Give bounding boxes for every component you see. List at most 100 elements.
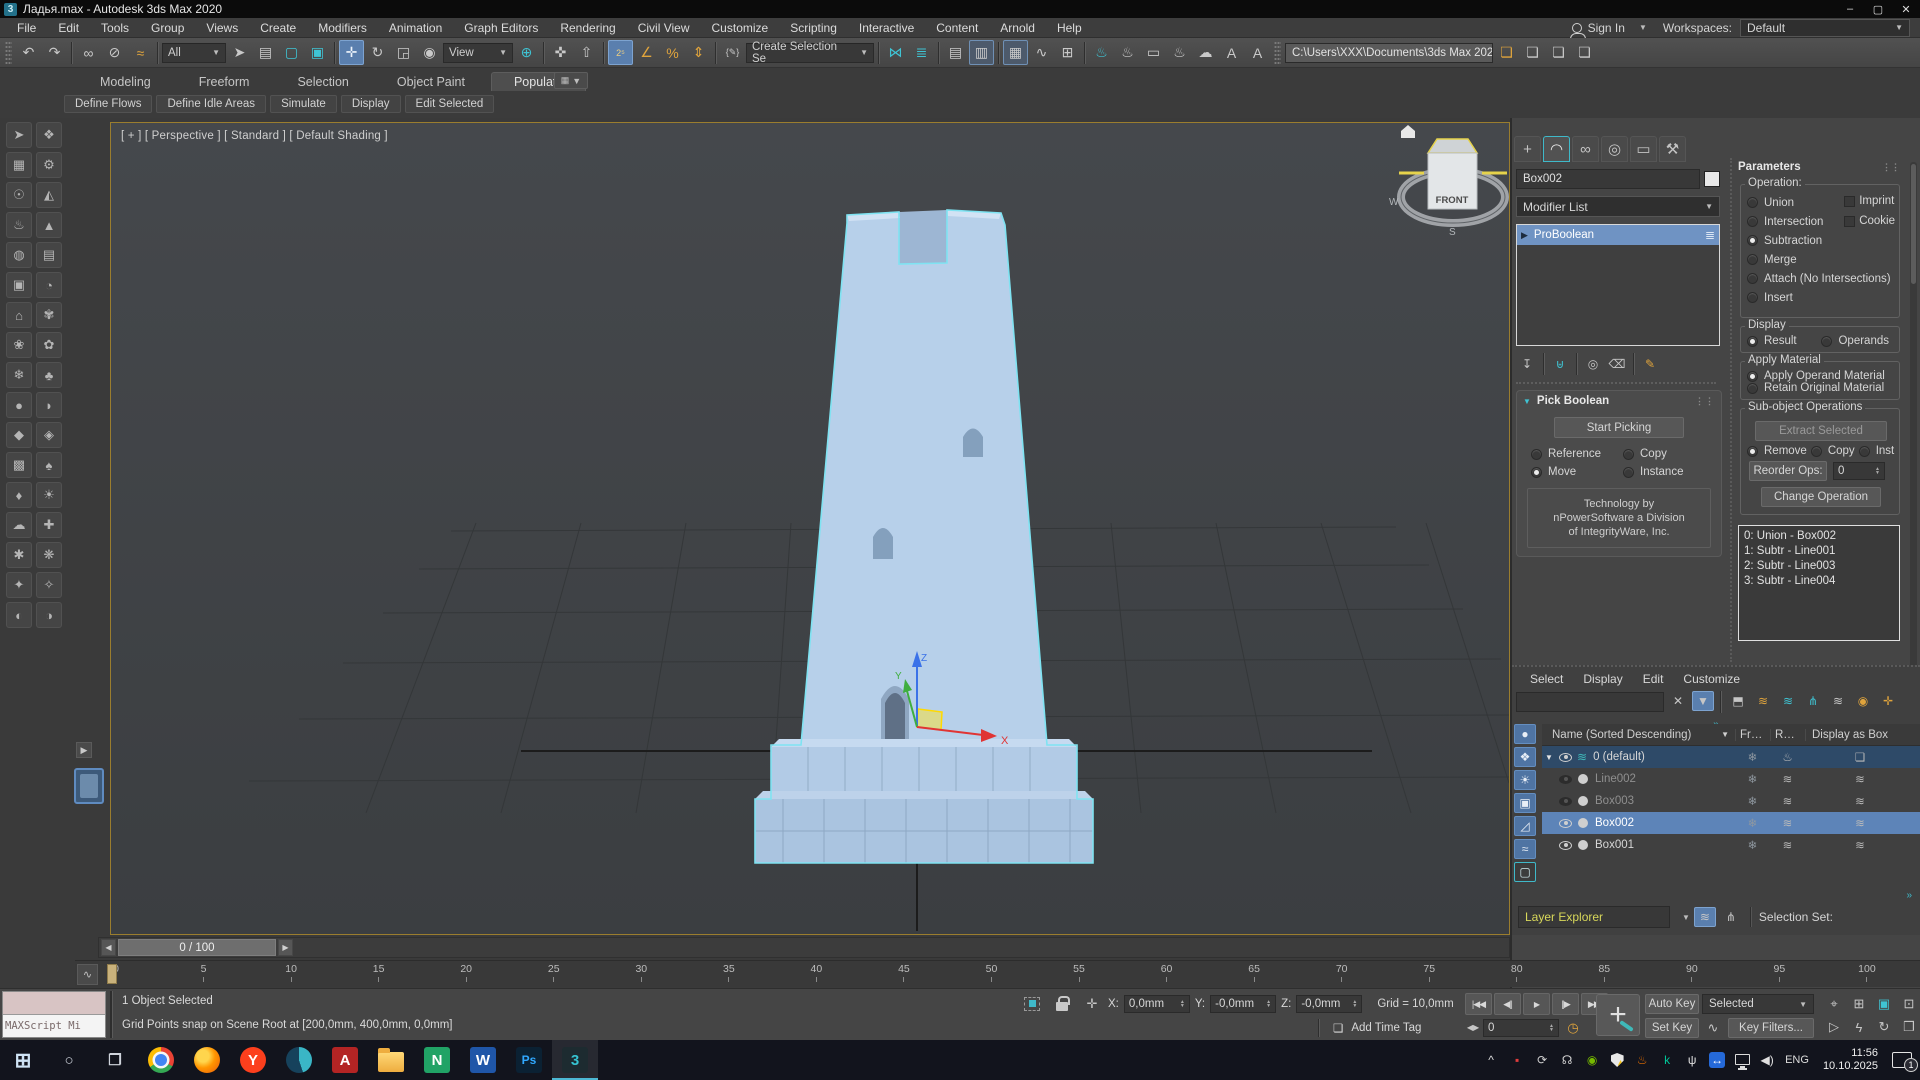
spinner-icon[interactable]: ▲▼ <box>1875 467 1880 475</box>
menu-item[interactable]: Tools <box>90 18 140 38</box>
sync-tray-icon[interactable]: ⟳ <box>1534 1052 1550 1068</box>
radio-option[interactable]: Reference <box>1531 448 1623 460</box>
home-tool-icon[interactable]: ⌂ <box>6 302 32 328</box>
sun-tool-icon[interactable]: ☉ <box>6 182 32 208</box>
checkbox-option[interactable]: Imprint <box>1844 195 1895 207</box>
modifier-stack[interactable]: ▶ ProBoolean ≣ <box>1516 224 1720 346</box>
display-tab-icon[interactable]: ▭ <box>1630 136 1657 162</box>
menu-item[interactable]: Scripting <box>779 18 848 38</box>
browser-icon[interactable] <box>276 1040 322 1080</box>
extract-selected-button[interactable]: Extract Selected <box>1755 421 1887 441</box>
checkbox-option[interactable]: Cookie <box>1844 215 1895 227</box>
spade-tool-icon[interactable]: ♠ <box>36 452 62 478</box>
glint-tool-icon[interactable]: ✦ <box>6 572 32 598</box>
field-of-view-icon[interactable]: ▷ <box>1822 1016 1846 1038</box>
explorer-menu-item[interactable]: Customize <box>1675 671 1748 687</box>
layer-view-toggle[interactable]: ≋ <box>1694 907 1716 927</box>
radio-icon[interactable] <box>1623 449 1634 460</box>
render-setup-icon[interactable]: ♨ <box>1115 40 1140 65</box>
explorer-mode-dropdown[interactable]: Layer Explorer <box>1518 906 1670 928</box>
relative-paths-icon[interactable]: ❏ <box>1572 40 1597 65</box>
radio-icon[interactable] <box>1747 336 1758 347</box>
checkbox-icon[interactable] <box>1844 196 1855 207</box>
grid-tool-icon[interactable]: ▦ <box>6 152 32 178</box>
reference-coordinate-system-dropdown[interactable]: View▼ <box>443 43 513 63</box>
viewport-label[interactable]: [ + ] [ Perspective ] [ Standard ] [ Def… <box>121 130 388 142</box>
satellite-tray-icon[interactable]: ☊ <box>1559 1052 1575 1068</box>
select-tool-icon[interactable]: ➤ <box>6 122 32 148</box>
radio-option[interactable]: Move <box>1531 466 1623 478</box>
arc-tool-icon[interactable]: ◔ <box>36 272 62 298</box>
previous-frame-arrow[interactable]: ◀ <box>101 939 116 956</box>
snaps-toggle-icon[interactable]: 2⁵ <box>608 40 633 65</box>
radio-icon[interactable] <box>1747 197 1758 208</box>
spark-tool-icon[interactable]: ✱ <box>6 542 32 568</box>
menu-item[interactable]: Edit <box>47 18 90 38</box>
keyboard-shortcut-override-icon[interactable]: ⇧ <box>574 40 599 65</box>
club-tool-icon[interactable]: ♣ <box>36 362 62 388</box>
adobe-app-icon[interactable]: A <box>322 1040 368 1080</box>
green-app-icon[interactable]: N <box>414 1040 460 1080</box>
layer-transform-icon[interactable]: ✛ <box>1877 691 1899 711</box>
rendered-frame-window-icon[interactable]: ▭ <box>1141 40 1166 65</box>
explorer-menu-item[interactable]: Edit <box>1635 671 1672 687</box>
select-and-rotate-icon[interactable]: ↻ <box>365 40 390 65</box>
reorder-ops-field[interactable]: 0 ▲▼ <box>1833 462 1885 480</box>
ribbon-button[interactable]: Edit Selected <box>405 95 495 113</box>
ribbon-button[interactable]: Simulate <box>270 95 337 113</box>
maxscript-mini-listener[interactable]: MAXScript Mi <box>2 991 106 1038</box>
add-layer-icon[interactable]: ≋ <box>1752 691 1774 711</box>
layers-icon[interactable]: ≋ <box>1827 691 1849 711</box>
operation-history-item[interactable]: 1: Subtr - Line001 <box>1744 544 1894 559</box>
modifier-list-dropdown[interactable]: Modifier List ▼ <box>1516 196 1720 217</box>
redo-icon[interactable]: ↷ <box>42 40 67 65</box>
radio-icon[interactable] <box>1747 446 1758 457</box>
orbit-icon[interactable]: ↻ <box>1872 1016 1896 1038</box>
filter-lights-icon[interactable]: ☀ <box>1514 770 1536 790</box>
select-object-icon[interactable]: ➤ <box>227 40 252 65</box>
ribbon-button[interactable]: Display <box>341 95 401 113</box>
rectangular-selection-region-icon[interactable]: ▢ <box>279 40 304 65</box>
radio-icon[interactable] <box>1531 449 1542 460</box>
visibility-eye-icon[interactable] <box>1559 841 1572 850</box>
maxscript-macro-pane[interactable] <box>3 992 105 1015</box>
radio-icon[interactable] <box>1747 235 1758 246</box>
radio-icon[interactable] <box>1623 467 1634 478</box>
frozen-icon[interactable]: ❄ <box>1735 838 1770 852</box>
operation-history-item[interactable]: 3: Subtr - Line004 <box>1744 574 1894 589</box>
ribbon-tab[interactable]: Selection <box>275 73 370 91</box>
pick-boolean-header[interactable]: ▼ Pick Boolean ⋮⋮ <box>1517 391 1721 411</box>
filter-all-icon[interactable]: ● <box>1514 724 1536 744</box>
selection-lock-icon[interactable] <box>1050 993 1074 1014</box>
create-tab-icon[interactable]: + <box>1514 136 1541 162</box>
ribbon-display-dropdown[interactable]: ▦▼ <box>554 72 588 89</box>
chevron-down-icon[interactable]: ▼ <box>1682 913 1690 922</box>
filter-cameras-icon[interactable]: ▣ <box>1514 793 1536 813</box>
maximize-button[interactable]: ▢ <box>1864 0 1892 18</box>
explorer-menu-item[interactable]: Select <box>1522 671 1571 687</box>
add-time-tag[interactable]: ❏ Add Time Tag <box>1318 1019 1421 1037</box>
radio-option[interactable]: Subtraction <box>1747 231 1895 250</box>
select-and-link-icon[interactable]: ∞ <box>76 40 101 65</box>
align-icon[interactable]: ≣ <box>909 40 934 65</box>
select-and-place-icon[interactable]: ◉ <box>417 40 442 65</box>
window-crossing-icon[interactable]: ▣ <box>305 40 330 65</box>
radio-icon[interactable] <box>1747 371 1758 382</box>
radio-option[interactable]: Copy <box>1623 448 1715 460</box>
expand-caret-icon[interactable]: ▼ <box>1542 753 1556 762</box>
filter-geometry-icon[interactable]: ❖ <box>1514 747 1536 767</box>
menu-item[interactable]: Interactive <box>848 18 925 38</box>
workspace-dropdown[interactable]: Default ▼ <box>1740 19 1910 37</box>
expand-strip-button[interactable]: ▶ <box>76 742 92 758</box>
project-folder-path[interactable]: C:\Users\XXX\Documents\3ds Max 2020 <box>1285 43 1493 63</box>
perspective-viewport[interactable]: X Y Z FRONT W S E [ + ] [ Perspective ] … <box>110 122 1510 935</box>
add-to-layer-icon[interactable]: ≋ <box>1777 691 1799 711</box>
ribbon-tab[interactable]: Object Paint <box>375 73 487 91</box>
modifier-stack-row[interactable]: ▶ ProBoolean ≣ <box>1517 225 1719 245</box>
menu-item[interactable]: Rendering <box>549 18 626 38</box>
make-unique-icon[interactable]: ◎ <box>1582 354 1604 374</box>
windows-start-icon[interactable]: ⊞ <box>0 1040 46 1080</box>
photoshop-icon[interactable]: Ps <box>506 1040 552 1080</box>
sphere-tool-icon[interactable]: ◍ <box>6 242 32 268</box>
use-pivot-point-center-icon[interactable]: ⊕ <box>514 40 539 65</box>
